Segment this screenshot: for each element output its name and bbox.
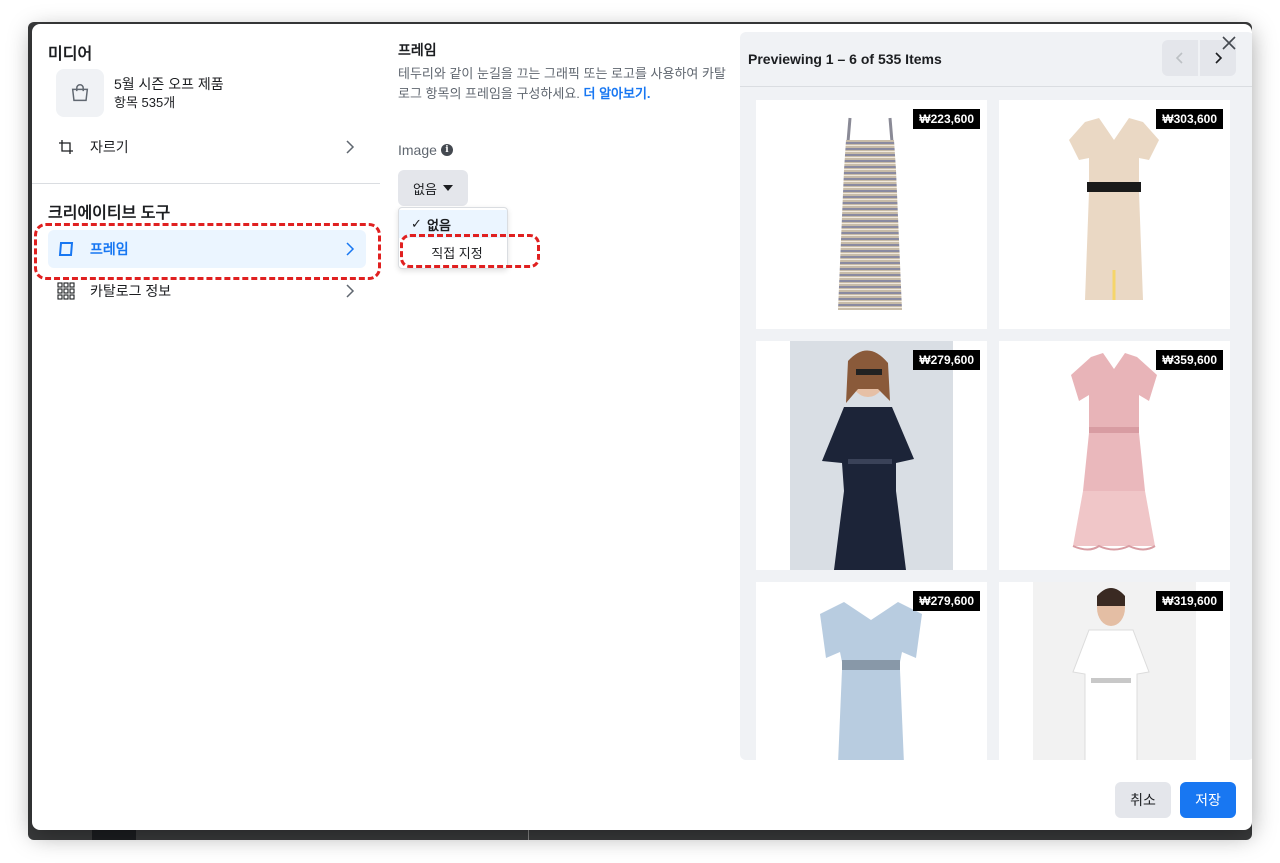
price-badge: ₩279,600 [913,591,980,611]
frame-description: 테두리와 같이 눈길을 끄는 그래픽 또는 로고를 사용하여 카탈로그 항목의 … [398,64,728,104]
crop-nav-item[interactable]: 자르기 [48,128,366,166]
image-frame-select[interactable]: 없음 [398,170,468,206]
shopping-bag-icon [56,69,104,117]
preview-panel: Previewing 1 – 6 of 535 Items ₩223,600 ₩… [740,32,1252,760]
preview-header: Previewing 1 – 6 of 535 Items [740,32,1252,87]
frame-label: 프레임 [90,241,129,257]
frame-settings-panel: 프레임 테두리와 같이 눈길을 끄는 그래픽 또는 로고를 사용하여 카탈로그 … [398,24,738,830]
frame-description-text: 테두리와 같이 눈길을 끄는 그래픽 또는 로고를 사용하여 카탈로그 항목의 … [398,66,726,101]
chevron-right-icon [342,139,358,155]
previous-page-button[interactable] [1162,40,1198,76]
checkmark-icon: ✓ [411,216,422,231]
select-value: 없음 [413,181,437,197]
chevron-right-icon [342,241,358,257]
product-image [1071,353,1157,551]
media-summary: 5월 시즌 오프 제품 항목 535개 [56,69,224,117]
frame-settings-title: 프레임 [398,42,437,58]
media-item-count: 항목 535개 [114,94,176,110]
product-card[interactable]: ₩279,600 [756,582,987,760]
crop-label: 자르기 [90,139,129,155]
media-set-name: 5월 시즌 오프 제품 [114,75,224,92]
product-image [1069,118,1159,300]
frame-icon [56,239,76,259]
image-field-label: Image i [398,142,453,158]
frame-options-dropdown: ✓ 없음 직접 지정 [398,207,508,269]
caret-down-icon [442,185,453,191]
product-card[interactable]: ₩223,600 [756,100,987,329]
save-button[interactable]: 저장 [1180,782,1236,818]
learn-more-link[interactable]: 더 알아보기. [584,86,651,101]
price-badge: ₩223,600 [913,109,980,129]
product-card[interactable]: ₩359,600 [999,341,1230,570]
catalog-info-label: 카탈로그 정보 [90,283,172,299]
left-panel: 미디어 5월 시즌 오프 제품 항목 535개 자르기 크리에이티브 도구 프레… [32,24,381,830]
frame-nav-item[interactable]: 프레임 [48,230,366,268]
price-badge: ₩303,600 [1156,109,1223,129]
product-card[interactable]: ₩303,600 [999,100,1230,329]
option-custom-label: 직접 지정 [431,245,483,261]
product-card[interactable]: ₩279,600 [756,341,987,570]
creative-tools-title: 크리에이티브 도구 [48,205,171,222]
preview-title: Previewing 1 – 6 of 535 Items [748,51,942,67]
frame-editor-dialog: 미디어 5월 시즌 오프 제품 항목 535개 자르기 크리에이티브 도구 프레… [32,24,1252,830]
section-divider [32,183,380,184]
grid-icon [56,281,76,301]
product-image [838,117,902,310]
catalog-info-nav-item[interactable]: 카탈로그 정보 [48,272,366,310]
image-label-text: Image [398,142,437,158]
price-badge: ₩319,600 [1156,591,1223,611]
cancel-button[interactable]: 취소 [1115,782,1171,818]
price-badge: ₩359,600 [1156,350,1223,370]
crop-icon [56,137,76,157]
option-custom[interactable]: 직접 지정 [399,238,507,266]
price-badge: ₩279,600 [913,350,980,370]
close-icon[interactable] [1222,36,1238,52]
media-section-title: 미디어 [48,46,93,63]
product-image [790,341,953,570]
info-icon[interactable]: i [440,144,453,156]
product-card[interactable]: ₩319,600 [999,582,1230,760]
option-none[interactable]: ✓ 없음 [399,210,507,238]
option-none-label: 없음 [427,217,451,233]
chevron-right-icon [342,283,358,299]
